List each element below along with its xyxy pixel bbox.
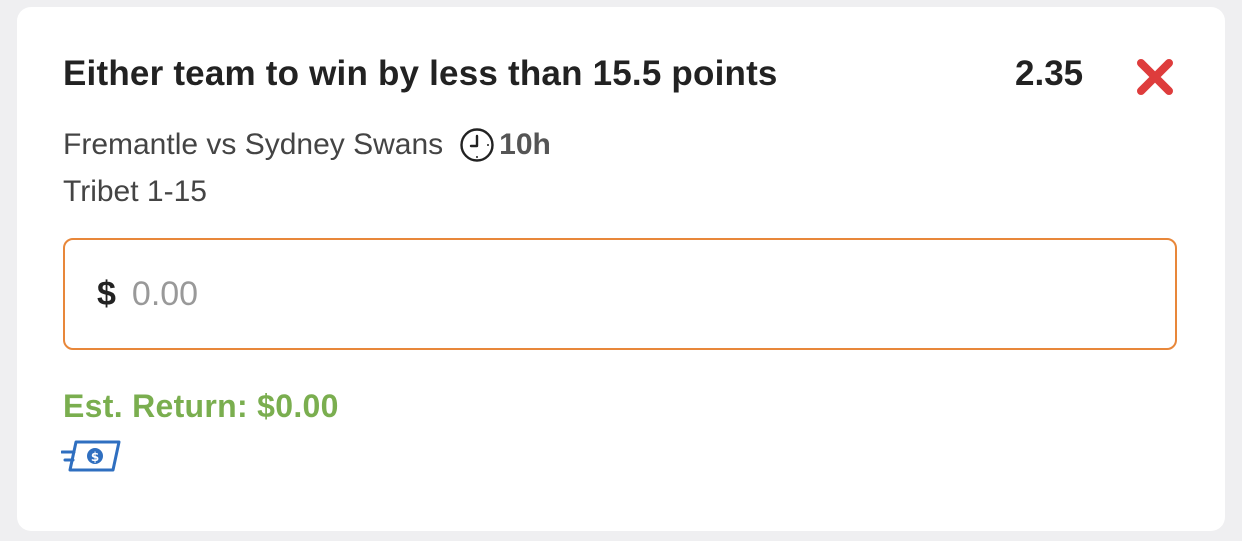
- currency-symbol: $: [97, 274, 116, 313]
- match-name: Fremantle vs Sydney Swans: [63, 128, 444, 161]
- remove-bet-button[interactable]: [1135, 57, 1175, 97]
- match-info: Fremantle vs Sydney Swans 10h: [63, 124, 551, 166]
- close-x-icon: [1137, 59, 1173, 95]
- bet-title: Either team to win by less than 15.5 poi…: [63, 54, 778, 93]
- stake-field[interactable]: $: [63, 238, 1177, 350]
- market-name: Tribet 1-15: [63, 175, 207, 208]
- stake-input[interactable]: [131, 274, 1032, 314]
- fast-cash-icon: $: [61, 440, 121, 472]
- svg-text:$: $: [91, 450, 99, 464]
- estimated-return: Est. Return: $0.00: [63, 388, 339, 424]
- clock-icon: [460, 128, 494, 162]
- bet-slip-card: Either team to win by less than 15.5 poi…: [17, 7, 1225, 531]
- bet-odds: 2.35: [1015, 54, 1084, 93]
- event-countdown: 10h: [499, 128, 551, 161]
